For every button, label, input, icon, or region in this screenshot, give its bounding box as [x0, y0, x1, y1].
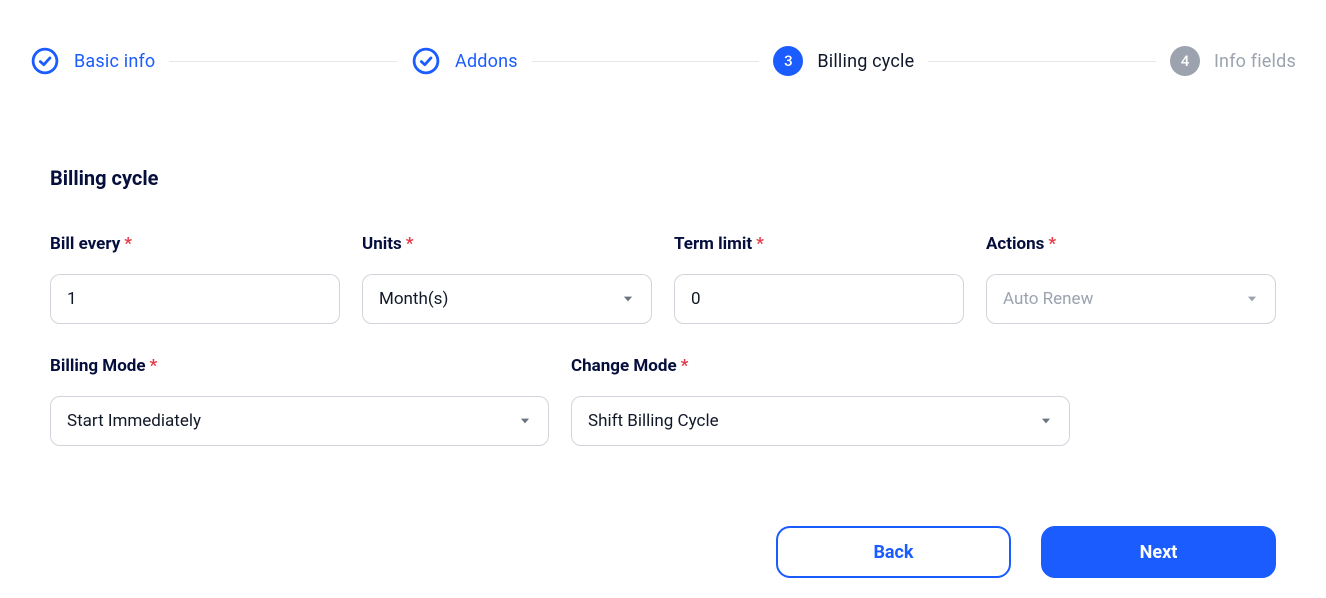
required-asterisk: * [756, 234, 764, 254]
field-bill-every: Bill every* [50, 234, 340, 324]
field-change-mode: Change Mode* Shift Billing Cycle [571, 356, 1070, 446]
step-number: 4 [1170, 46, 1200, 76]
section-title: Billing cycle [30, 166, 1296, 190]
next-button[interactable]: Next [1041, 526, 1276, 578]
field-units: Units* Month(s) [362, 234, 652, 324]
field-label: Change Mode* [571, 356, 1070, 376]
change-mode-select[interactable]: Shift Billing Cycle [571, 396, 1070, 446]
step-connector [928, 61, 1156, 62]
label-text: Bill every [50, 234, 120, 254]
form-row: Bill every* Units* Month(s) Term limit* … [30, 234, 1296, 324]
step-addons[interactable]: Addons [411, 46, 518, 76]
required-asterisk: * [406, 234, 414, 254]
select-value: Month(s) [379, 289, 448, 309]
term-limit-input-wrapper [674, 274, 964, 324]
label-text: Units [362, 234, 402, 254]
required-asterisk: * [124, 234, 132, 254]
chevron-down-icon [621, 292, 635, 306]
wizard-footer: Back Next [30, 526, 1296, 578]
label-text: Term limit [674, 234, 752, 254]
required-asterisk: * [681, 356, 689, 376]
form-row: Billing Mode* Start Immediately Change M… [30, 356, 1090, 446]
back-button[interactable]: Back [776, 526, 1011, 578]
required-asterisk: * [150, 356, 158, 376]
select-value: Start Immediately [67, 411, 201, 431]
step-label: Basic info [74, 51, 155, 72]
field-label: Billing Mode* [50, 356, 549, 376]
wizard-stepper: Basic info Addons 3 Billing cycle 4 Info… [30, 46, 1296, 76]
step-connector [532, 61, 760, 62]
field-label: Units* [362, 234, 652, 254]
actions-select[interactable]: Auto Renew [986, 274, 1276, 324]
label-text: Change Mode [571, 356, 677, 376]
units-select[interactable]: Month(s) [362, 274, 652, 324]
check-icon [411, 46, 441, 76]
select-value: Shift Billing Cycle [588, 411, 719, 431]
step-info-fields[interactable]: 4 Info fields [1170, 46, 1296, 76]
field-term-limit: Term limit* [674, 234, 964, 324]
field-label: Actions* [986, 234, 1276, 254]
field-label: Bill every* [50, 234, 340, 254]
chevron-down-icon [1039, 414, 1053, 428]
field-billing-mode: Billing Mode* Start Immediately [50, 356, 549, 446]
bill-every-input[interactable] [67, 275, 323, 323]
step-basic-info[interactable]: Basic info [30, 46, 155, 76]
step-billing-cycle[interactable]: 3 Billing cycle [773, 46, 914, 76]
chevron-down-icon [1245, 292, 1259, 306]
field-actions: Actions* Auto Renew [986, 234, 1276, 324]
chevron-down-icon [518, 414, 532, 428]
label-text: Actions [986, 234, 1044, 254]
select-value: Auto Renew [1003, 289, 1093, 309]
step-number: 3 [773, 46, 803, 76]
billing-mode-select[interactable]: Start Immediately [50, 396, 549, 446]
field-label: Term limit* [674, 234, 964, 254]
step-label: Billing cycle [817, 51, 914, 72]
required-asterisk: * [1048, 234, 1056, 254]
step-connector [169, 61, 397, 62]
term-limit-input[interactable] [691, 275, 947, 323]
label-text: Billing Mode [50, 356, 146, 376]
step-label: Addons [455, 51, 518, 72]
bill-every-input-wrapper [50, 274, 340, 324]
step-label: Info fields [1214, 51, 1296, 72]
check-icon [30, 46, 60, 76]
